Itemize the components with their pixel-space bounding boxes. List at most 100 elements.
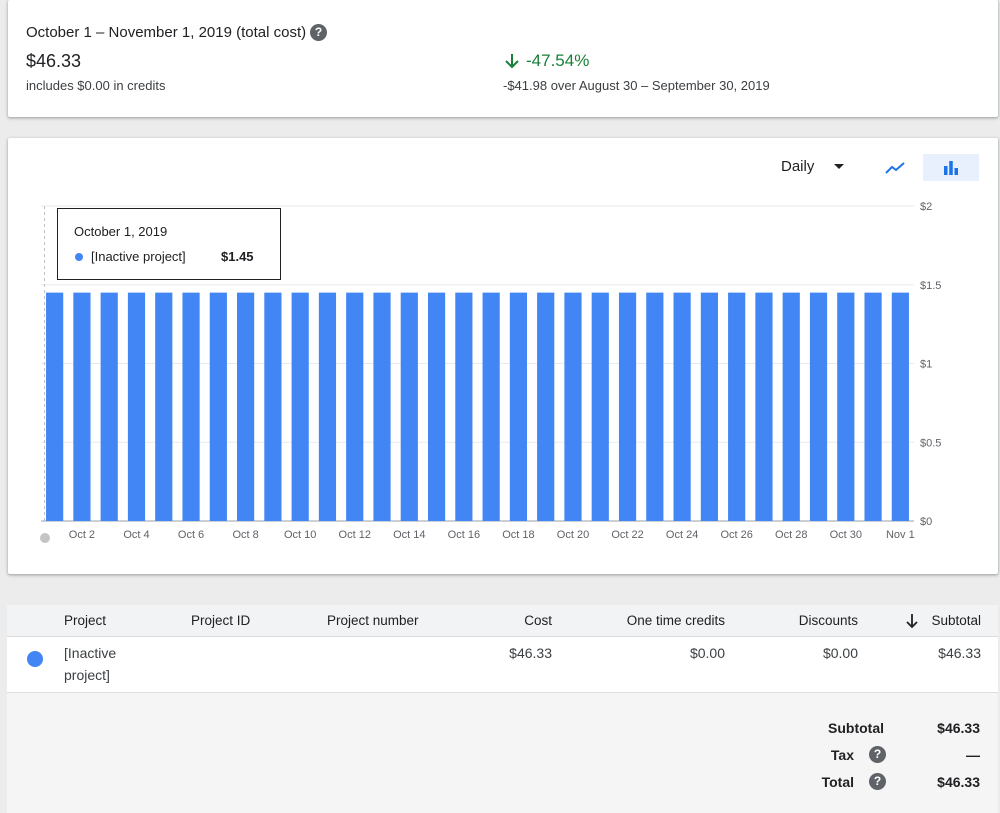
x-tick-label: Oct 8 [232,529,258,541]
scrubber-handle [40,533,50,543]
help-icon[interactable]: ? [310,24,327,41]
x-tick-label: Oct 26 [720,529,752,541]
chart-card: $0 $0.5 $1 $1.5 $2 Oct 2 Oct 4 Oct 6 Oct 8 Oct 10… [8,138,998,574]
cost-table: Project Project ID Project number Cost O… [7,605,998,813]
subtotal-label: Subtotal [828,720,884,736]
tooltip-series: [Inactive project] [91,249,186,264]
bar-chart-icon [944,161,958,175]
line-chart-toggle[interactable] [880,156,910,180]
x-tick-label: Oct 6 [178,529,204,541]
caret-down-icon [834,164,845,169]
bar [100,292,118,521]
y-tick-label: $0 [920,516,932,528]
total-cost: $46.33 [26,51,82,71]
x-tick-label: Oct 2 [69,529,95,541]
x-tick-label: Oct 24 [666,529,698,541]
x-tick-label: Oct 22 [611,529,643,541]
bar [591,292,609,521]
help-icon[interactable]: ? [869,746,886,763]
bar [46,292,64,521]
subtotal-value: $46.33 [937,720,980,736]
header-cost[interactable]: Cost [524,613,552,628]
bar [264,292,282,521]
bar [728,292,746,521]
bar [837,292,855,521]
y-tick-label: $1.5 [920,280,941,292]
bar [182,292,200,521]
bar [155,292,173,521]
header-project-id[interactable]: Project ID [191,613,250,628]
help-icon[interactable]: ? [869,773,886,790]
x-tick-label: Oct 16 [448,529,480,541]
x-tick-label: Oct 18 [502,529,534,541]
series-color-dot [27,651,43,667]
bar [291,292,309,521]
granularity-dropdown[interactable]: Daily [781,158,845,175]
header-discounts[interactable]: Discounts [799,613,858,628]
header-one-time-credits[interactable]: One time credits [627,613,725,628]
bar [237,292,255,521]
y-tick-label: $2 [920,201,932,213]
bar [755,292,773,521]
bar [455,292,473,521]
x-tick-label: Oct 10 [284,529,316,541]
row-project-line2: project] [64,667,110,683]
tooltip-value: $1.45 [221,249,254,264]
y-tick-label: $0.5 [920,437,941,449]
totals-section: Subtotal $46.33 Tax ? — Total ? $46.33 [7,693,998,813]
sort-down-icon[interactable] [905,613,919,629]
x-tick-label: Oct 28 [775,529,807,541]
bar [809,292,828,521]
bar [564,292,582,521]
header-project-number[interactable]: Project number [327,613,419,628]
bar [73,292,91,521]
bar [891,292,909,521]
row-discounts: $0.00 [822,645,858,661]
tax-value: — [966,747,980,763]
row-credits: $0.00 [689,645,725,661]
row-project-line1: [Inactive [64,645,117,661]
arrow-down-icon [505,54,519,69]
x-tick-label: Oct 14 [393,529,425,541]
bar [618,292,637,521]
x-tick-label: Oct 30 [830,529,862,541]
bar [673,292,691,521]
bar [400,292,418,521]
line-chart-icon [885,162,905,174]
bar [537,292,555,521]
x-tick-label: Oct 12 [339,529,371,541]
tooltip-date: October 1, 2019 [74,224,168,239]
bar [318,292,337,521]
chart-tooltip: October 1, 2019 [Inactive project] $1.45 [57,208,281,280]
bar [700,292,718,521]
cost-summary-card: October 1 – November 1, 2019 (total cost… [8,0,998,117]
row-cost: $46.33 [509,645,552,661]
bar [346,292,364,521]
cost-change: -47.54% [504,51,589,71]
table-row: [Inactive project] $46.33 $0.00 $0.00 $4… [7,637,998,693]
header-subtotal[interactable]: Subtotal [931,613,981,628]
change-percent: -47.54% [526,51,590,70]
granularity-label: Daily [781,158,815,175]
bar [509,292,528,521]
bar [373,292,391,521]
summary-title: October 1 – November 1, 2019 (total cost… [26,24,307,41]
header-project[interactable]: Project [64,613,106,628]
change-detail: -$41.98 over August 30 – September 30, 2… [503,78,770,93]
bar-chart-toggle[interactable] [923,154,979,181]
x-tick-label: Nov 1 [886,529,915,541]
bar [646,292,664,521]
series-color-dot [75,253,83,261]
row-subtotal: $46.33 [938,645,981,661]
total-label: Total [821,774,854,790]
x-tick-label: Oct 4 [123,529,149,541]
x-tick-label: Oct 20 [557,529,589,541]
credits-note: includes $0.00 in credits [26,78,166,93]
tax-label: Tax [830,747,854,763]
bar [127,292,146,521]
cost-bar-chart: $0 $0.5 $1 $1.5 $2 Oct 2 Oct 4 Oct 6 Oct 8 Oct 10… [40,201,941,543]
bar [427,292,446,521]
y-tick-label: $1 [920,359,932,371]
total-value: $46.33 [937,774,980,790]
bar [864,292,882,521]
